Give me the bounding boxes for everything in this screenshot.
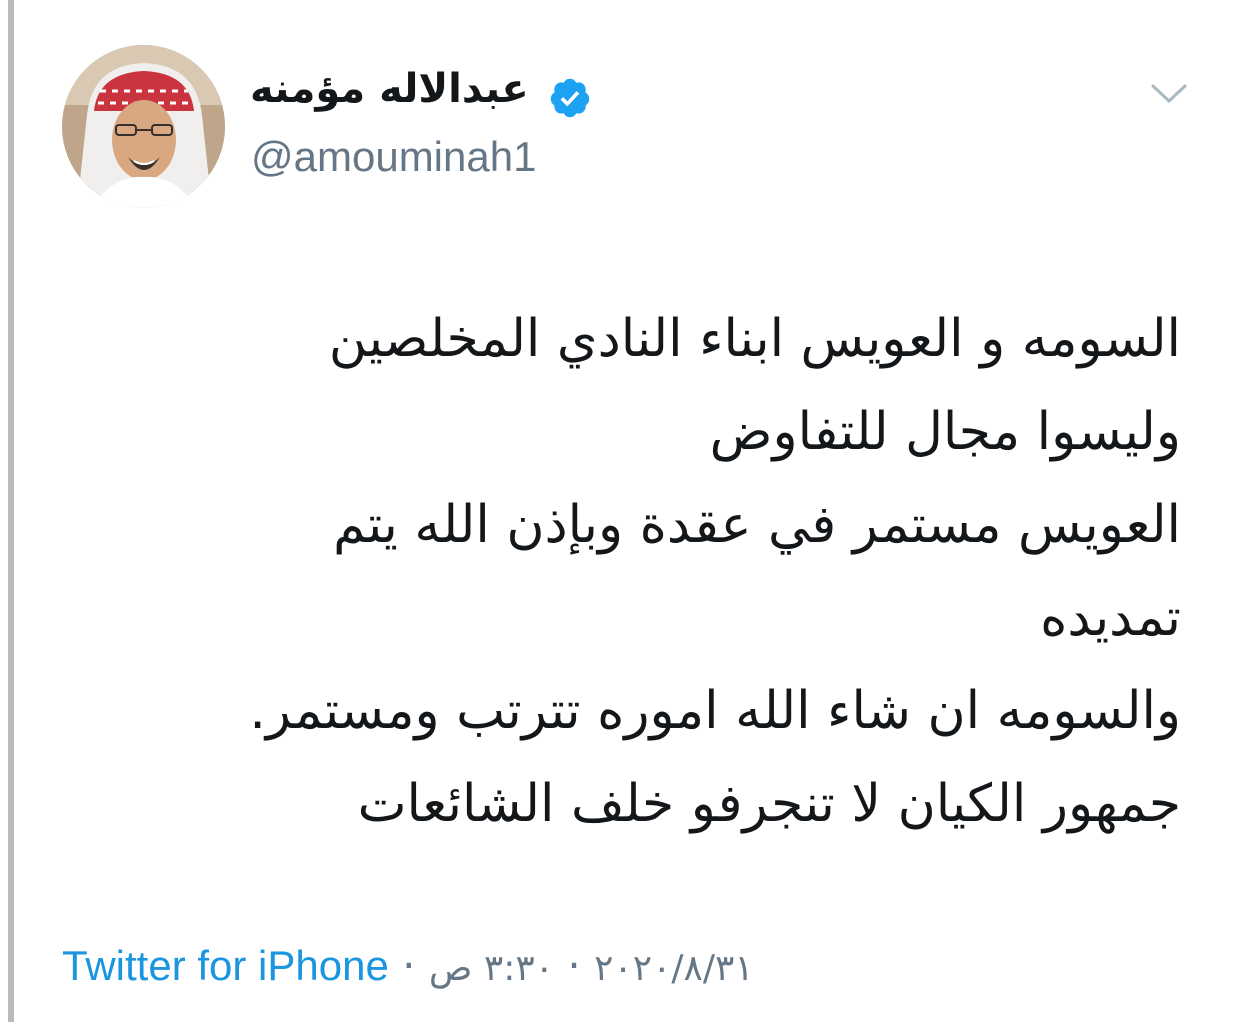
verified-badge-icon: [550, 78, 590, 118]
source-link[interactable]: Twitter for iPhone: [62, 942, 389, 989]
tweet-line: تمديده: [1040, 588, 1181, 648]
tweet-line: السومه و العويس ابناء النادي المخلصين: [328, 309, 1181, 369]
avatar-image: [62, 45, 225, 208]
tweet-line: جمهور الكيان لا تنجرفو خلف الشائعات: [357, 774, 1181, 834]
tweet-line: العويس مستمر في عقدة وبإذن الله يتم: [333, 495, 1181, 555]
tweet-date[interactable]: ٢٠٢٠/٨/٣١: [594, 948, 754, 989]
tweet-line: والسومه ان شاء الله اموره تترتب ومستمر.: [249, 681, 1181, 741]
avatar[interactable]: [62, 45, 225, 208]
tweet-time[interactable]: ٣:٣٠ ص: [429, 948, 554, 989]
tweet-text: السومه و العويس ابناء النادي المخلصين ول…: [81, 293, 1181, 851]
tweet-footer: Twitter for iPhone · ٢٠٢٠/٨/٣١ · ٣:٣٠ ص: [62, 936, 754, 996]
chevron-down-icon[interactable]: [1150, 82, 1188, 106]
display-name[interactable]: عبدالاله مؤمنه: [250, 66, 529, 112]
user-handle[interactable]: @amouminah1: [251, 133, 536, 181]
left-border: [8, 0, 14, 1022]
separator-dot: ·: [567, 941, 581, 990]
separator-dot: ·: [402, 941, 416, 990]
tweet-line: وليسوا مجال للتفاوض: [709, 402, 1181, 462]
